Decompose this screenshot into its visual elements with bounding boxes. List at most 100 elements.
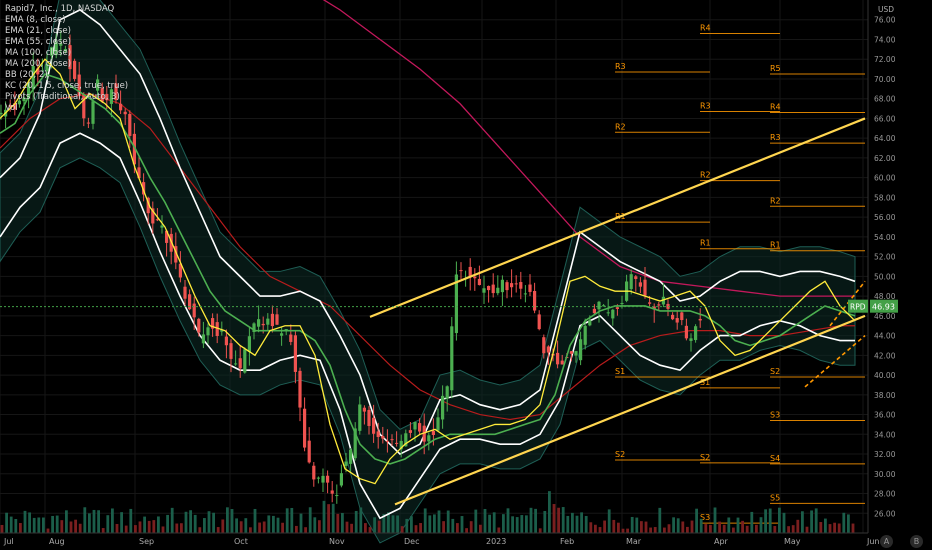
candle-body — [546, 346, 550, 353]
candle-body — [234, 363, 238, 365]
candle-body — [523, 293, 527, 295]
legend-volume[interactable]: Vol — [5, 103, 128, 114]
candle-body — [698, 318, 702, 321]
candle-body — [680, 312, 684, 321]
candle-body — [312, 465, 316, 480]
volume-bar — [175, 523, 179, 533]
volume-bar — [327, 504, 330, 533]
auto-scale-button[interactable]: A — [880, 535, 893, 548]
x-tick-label: Oct — [234, 537, 248, 546]
volume-bar — [511, 516, 514, 533]
y-tick-label: 40.00 — [874, 371, 896, 380]
price-chart[interactable]: R4R3R5R3R4R2R3R2R2R1R1R1S1S2S1S3S2S2S4S5… — [0, 0, 932, 550]
volume-bar — [345, 521, 349, 533]
volume-bar — [299, 513, 303, 533]
volume-bar — [281, 522, 284, 533]
volume-bar — [83, 507, 87, 533]
candle-body — [634, 276, 638, 279]
candle-body — [477, 278, 481, 286]
pivot-label: S2 — [770, 367, 780, 376]
legend-ema21[interactable]: EMA (21, close) — [5, 26, 128, 37]
y-tick-label: 62.00 — [874, 154, 896, 163]
y-tick-label: 32.00 — [874, 450, 896, 459]
candle-body — [648, 302, 652, 304]
y-tick-label: 64.00 — [874, 134, 896, 143]
candle-body — [261, 323, 265, 326]
candle-body — [657, 304, 661, 306]
volume-bar — [718, 521, 721, 533]
volume-bar — [368, 527, 372, 533]
candle-body — [247, 336, 251, 352]
volume-bar — [672, 517, 675, 533]
legend-ema55[interactable]: EMA (55, close) — [5, 37, 128, 48]
candle-body — [367, 409, 371, 426]
volume-bar — [571, 512, 574, 533]
volume-bar — [492, 512, 496, 533]
y-tick-label: 34.00 — [874, 430, 896, 439]
legend-ma200[interactable]: MA (200, close) — [5, 59, 128, 70]
candle-body — [326, 475, 330, 483]
candle-body — [197, 318, 201, 333]
candle-body — [675, 318, 679, 323]
last-price-label: 46.93 — [872, 303, 895, 312]
pivot-label: R2 — [700, 171, 711, 180]
x-tick-label: Dec — [404, 537, 419, 546]
volume-bar — [465, 528, 468, 533]
legend-ma100[interactable]: MA (100, close) — [5, 48, 128, 59]
volume-bar — [801, 511, 804, 533]
volume-bar — [584, 515, 588, 533]
candle-body — [487, 285, 491, 291]
volume-bar — [520, 515, 524, 533]
volume-bar — [709, 525, 712, 533]
volume-bar — [19, 523, 22, 533]
volume-bar — [515, 517, 519, 533]
legend-bb[interactable]: BB (20, 2) — [5, 70, 128, 81]
candle-body — [316, 477, 320, 479]
volume-bar — [837, 523, 841, 533]
volume-bar — [60, 520, 64, 533]
candle-body — [510, 283, 514, 288]
candle-body — [275, 314, 279, 325]
candle-body — [491, 284, 495, 294]
candle-body — [689, 338, 693, 341]
volume-bar — [391, 515, 395, 533]
candle-body — [611, 309, 615, 319]
volume-bar — [617, 522, 620, 533]
pivot-label: S4 — [770, 454, 780, 463]
volume-bar — [189, 510, 192, 533]
volume-bar — [819, 522, 823, 533]
legend-kc[interactable]: KC (20, 1.5, close, true, true) — [5, 81, 128, 92]
volume-bar — [290, 507, 294, 533]
y-tick-label: 50.00 — [874, 272, 896, 281]
volume-bar — [561, 507, 565, 533]
y-tick-label: 66.00 — [874, 114, 896, 123]
log-scale-button[interactable]: B — [910, 535, 923, 548]
candle-body — [556, 352, 560, 365]
volume-bar — [203, 518, 206, 533]
volume-bar — [364, 523, 367, 533]
pivot-label: S3 — [770, 410, 780, 419]
legend-symbol[interactable]: Rapid7, Inc., 1D, NASDAQ — [5, 4, 128, 15]
volume-bar — [635, 517, 639, 533]
volume-bar — [552, 504, 556, 533]
candle-body — [376, 431, 380, 437]
volume-bar — [23, 510, 27, 533]
candle-body — [160, 225, 164, 228]
candle-body — [381, 436, 385, 439]
legend-pivots[interactable]: Pivots (Traditional, Auto, 3) — [5, 92, 128, 103]
volume-bar — [147, 520, 151, 533]
volume-bar — [805, 526, 809, 533]
volume-bar — [814, 508, 818, 533]
volume-bar — [502, 514, 505, 533]
candle-body — [358, 404, 362, 431]
candle-body — [390, 439, 394, 441]
legend-ema8[interactable]: EMA (8, close) — [5, 15, 128, 26]
candle-body — [629, 274, 633, 290]
y-tick-label: 74.00 — [874, 35, 896, 44]
volume-bar — [308, 507, 312, 533]
volume-bar — [745, 525, 749, 533]
candle-body — [431, 430, 435, 435]
volume-bar — [437, 510, 441, 533]
volume-bar — [640, 521, 643, 533]
volume-bar — [497, 527, 501, 533]
